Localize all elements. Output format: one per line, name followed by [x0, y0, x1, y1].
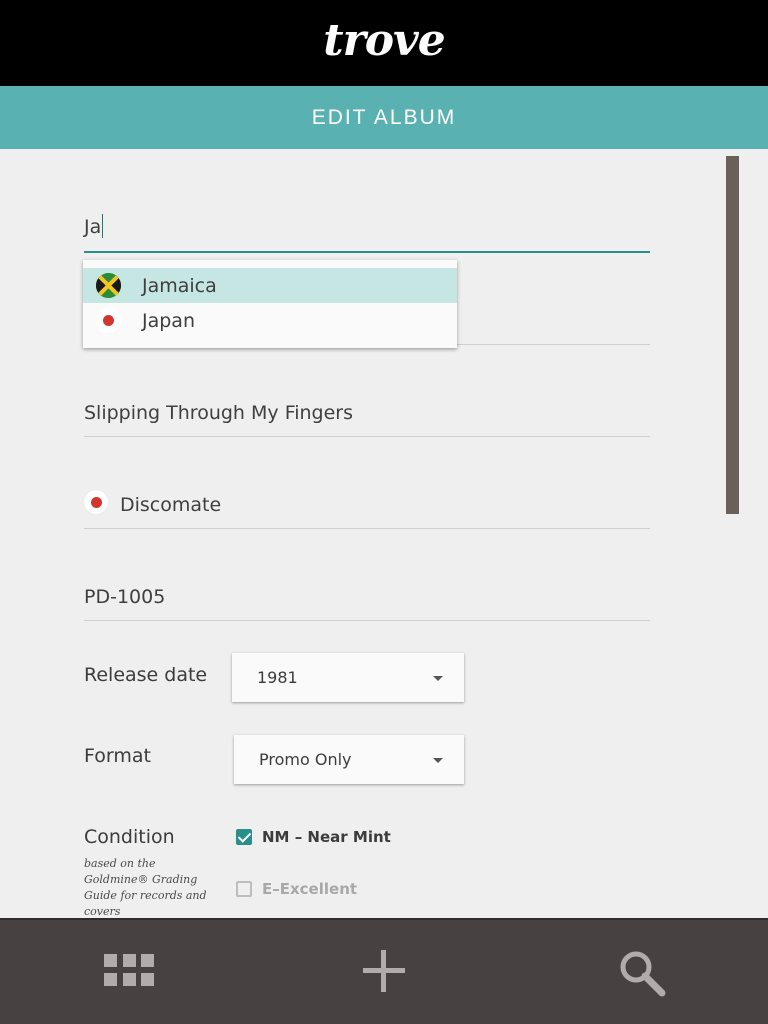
checkbox-near-mint[interactable] — [236, 829, 252, 845]
jamaica-flag-icon — [96, 273, 121, 298]
japan-flag-icon — [84, 490, 108, 514]
dropdown-arrow-icon — [433, 758, 443, 763]
scrollbar-thumb[interactable] — [726, 156, 739, 514]
trove-logo: trove — [323, 14, 445, 66]
condition-label: Condition — [84, 826, 175, 848]
near-mint-label: NM – Near Mint — [262, 828, 391, 846]
page-title: EDIT ALBUM — [0, 86, 768, 149]
title-field[interactable]: Slipping Through My Fingers — [84, 388, 650, 437]
dropdown-arrow-icon — [433, 676, 443, 681]
condition-note: based on the Goldmine® Grading Guide for… — [84, 857, 207, 918]
label-field-value: Discomate — [120, 494, 222, 516]
checkbox-excellent[interactable] — [236, 881, 252, 897]
excellent-label: E–Excellent — [262, 880, 358, 898]
release-date-label: Release date — [84, 664, 208, 686]
suggestion-label: Japan — [142, 309, 195, 332]
japan-flag-icon — [96, 308, 121, 333]
suggestion-label: Jamaica — [142, 274, 217, 297]
format-select[interactable]: Promo Only — [234, 735, 464, 784]
title-field-value: Slipping Through My Fingers — [84, 402, 354, 424]
country-input-value: Ja — [84, 216, 102, 238]
add-icon — [363, 950, 405, 992]
label-field[interactable]: Discomate — [84, 480, 650, 529]
release-date-select[interactable]: 1981 — [232, 653, 464, 702]
search-icon — [620, 951, 666, 997]
grid-icon — [104, 954, 154, 986]
release-date-value: 1981 — [257, 668, 298, 687]
suggestion-jamaica[interactable]: Jamaica — [83, 268, 457, 303]
country-suggestions: Jamaica Japan — [83, 260, 457, 348]
text-caret — [102, 214, 104, 238]
format-value: Promo Only — [259, 750, 352, 769]
catalog-number-field[interactable]: PD-1005 — [84, 572, 650, 621]
suggestion-japan[interactable]: Japan — [83, 303, 457, 338]
catalog-number-value: PD-1005 — [84, 586, 166, 608]
format-label: Format — [84, 745, 151, 767]
country-input[interactable]: Ja — [84, 200, 650, 253]
top-bar: trove — [0, 0, 768, 86]
